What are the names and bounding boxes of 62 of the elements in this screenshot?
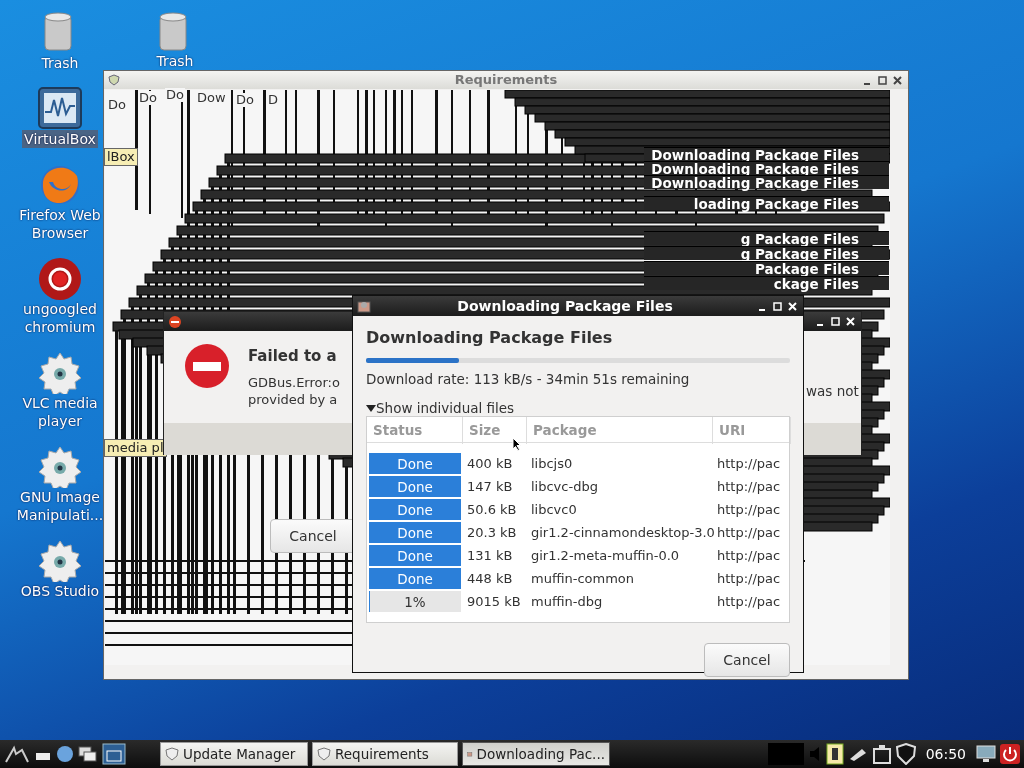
table-cell-text: 400 kB [466, 455, 514, 473]
ghost-window-title: Package Files [644, 261, 889, 275]
ghost-window-title: Downloading Package Files [644, 175, 889, 189]
window-title: Requirements [454, 71, 558, 90]
ghost-text: Do [138, 91, 158, 105]
table-cell-text: 448 kB [466, 570, 514, 588]
taskbar-button[interactable]: Update Manager [160, 742, 308, 766]
table-cell-text: http://pac [716, 570, 782, 588]
taskbar-button[interactable]: Requirements [312, 742, 458, 766]
icon-label: Trash [40, 54, 80, 72]
icon-label: OBS Studio [19, 582, 101, 600]
ghost-text: Do [165, 88, 185, 102]
table-cell-text: http://pac [716, 593, 782, 611]
table-cell-text: http://pac [716, 478, 782, 496]
message-text: was not [806, 382, 859, 401]
ghost-text: Do [235, 93, 255, 107]
ghost-text: Do [107, 98, 127, 112]
taskbar-button[interactable]: Downloading Pac... [462, 742, 610, 766]
clock: 06:50 [925, 744, 966, 764]
status-text: Done [397, 454, 433, 474]
table-cell-text: 20.3 kB [466, 524, 518, 542]
message-text: provided by a [248, 390, 339, 408]
table-cell-text: http://pac [716, 455, 782, 473]
table-cell-text: 147 kB [466, 478, 514, 496]
tooltip: media pl [104, 439, 167, 457]
icon-label: Firefox Web Browser [18, 206, 102, 242]
status-text: Done [397, 569, 433, 589]
status-text: Done [397, 546, 433, 566]
icon-label: VLC media player [21, 394, 99, 430]
status-text: Done [397, 523, 433, 543]
table-cell-text: muffin-common [530, 570, 636, 588]
table-cell-text: libcjs0 [530, 455, 574, 473]
message-text: GDBus.Error:o [248, 373, 340, 391]
window-title: Downloading Package Files [456, 296, 674, 316]
table-cell-text: muffin-dbg [530, 593, 604, 611]
status-text: 1% [404, 592, 426, 612]
dialog-heading: Downloading Package Files [366, 327, 614, 349]
cancel-button[interactable]: Cancel [704, 643, 790, 678]
icon-label: Trash [155, 54, 195, 68]
icon-label: GNU Image Manipulati... [15, 488, 105, 524]
table-cell-text: http://pac [716, 547, 782, 565]
table-cell-text: libcvc-dbg [530, 478, 599, 496]
table-cell-text: gir1.2-cinnamondesktop-3.0 [530, 524, 713, 542]
ghost-window-title: ckage Files [644, 276, 889, 290]
table-cell-text: http://pac [716, 501, 782, 519]
dialog-heading: Failed to a [248, 346, 338, 367]
status-text: Done [397, 477, 433, 497]
table-cell-text: 131 kB [466, 547, 514, 565]
ghost-text: Dow [196, 91, 227, 105]
ghost-text: D [267, 93, 279, 107]
icon-label: ungoogled chromium [21, 300, 98, 336]
ghost-window-title: loading Package Files [644, 196, 889, 210]
table-cell-text: gir1.2-meta-muffin-0.0 [530, 547, 681, 565]
table-cell-text: 9015 kB [466, 593, 522, 611]
table-cell-text: http://pac [716, 524, 782, 542]
table-cell-text: 50.6 kB [466, 501, 518, 519]
tooltip: lBox [104, 148, 138, 166]
table-cell-text: libcvc0 [530, 501, 578, 519]
rate-text: Download rate: 113 kB/s - 34min 51s remaining [366, 370, 691, 389]
icon-label: VirtualBox [22, 130, 98, 148]
expander-label[interactable]: Show individual files [376, 401, 515, 417]
status-text: Done [397, 500, 433, 520]
